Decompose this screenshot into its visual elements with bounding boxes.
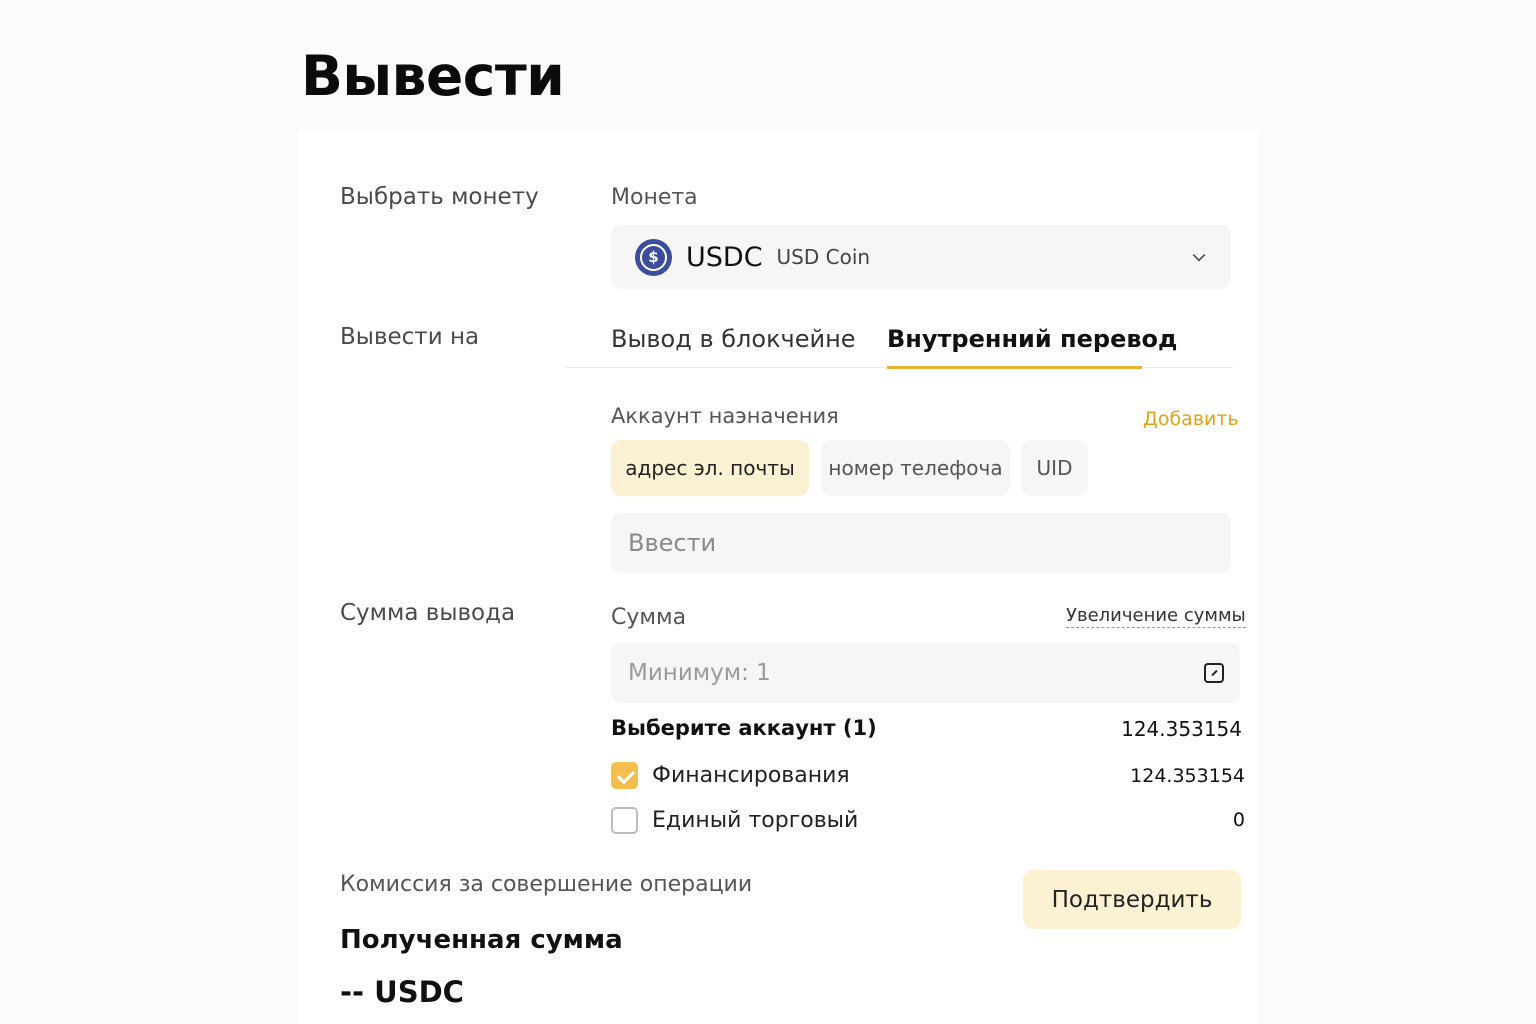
chip-phone[interactable]: номер телефоча [821, 440, 1010, 496]
coin-code: USDC [686, 241, 763, 273]
withdraw-amount-label: Сумма вывода [340, 600, 516, 626]
unified-value: 0 [1232, 809, 1245, 831]
amount-input[interactable]: Минимум: 1 [611, 642, 1240, 703]
increase-amount-link[interactable]: Увеличение суммы [1066, 605, 1246, 628]
funding-label: Финансирования [652, 763, 850, 788]
active-tab-indicator [887, 366, 1142, 369]
destination-input[interactable]: Ввести [611, 513, 1231, 573]
funding-value: 124.353154 [1130, 765, 1245, 787]
chip-uid[interactable]: UID [1021, 440, 1088, 496]
account-row-unified[interactable]: Единый торговый [611, 807, 858, 834]
select-account-title: Выберите аккаунт (1) [611, 716, 877, 740]
withdraw-to-label: Вывести на [340, 324, 480, 350]
chip-email[interactable]: адрес эл. почты [611, 440, 809, 496]
destination-account-label: Аккаунт наэначения [611, 404, 839, 428]
coin-name: USD Coin [776, 245, 871, 269]
select-coin-label: Выбрать монету [340, 184, 539, 210]
confirm-button[interactable]: Подтвердить [1023, 870, 1241, 929]
add-destination-link[interactable]: Добавить [1143, 408, 1239, 430]
funding-checkbox[interactable] [611, 762, 638, 789]
received-amount-value: -- USDC [340, 975, 464, 1009]
edit-icon[interactable] [1204, 663, 1224, 683]
account-row-funding[interactable]: Финансирования [611, 762, 850, 789]
received-amount-title: Полученная сумма [340, 925, 623, 955]
tab-blockchain-withdrawal[interactable]: Вывод в блокчейне [611, 325, 856, 353]
coin-field-label: Монета [611, 185, 698, 210]
fee-label: Комиссия за совершение операции [340, 872, 753, 897]
coin-select-dropdown[interactable]: $ USDC USD Coin [611, 225, 1231, 289]
destination-input-placeholder: Ввести [628, 529, 717, 557]
amount-input-placeholder: Минимум: 1 [628, 659, 771, 686]
chevron-down-icon [1192, 248, 1206, 262]
amount-field-label: Сумма [611, 605, 687, 630]
unified-label: Единый торговый [652, 808, 859, 833]
page-title: Вывести [301, 44, 565, 108]
accounts-total-value: 124.353154 [1121, 717, 1242, 741]
unified-checkbox[interactable] [611, 807, 638, 834]
tab-internal-transfer[interactable]: Внутренний перевод [887, 325, 1177, 353]
usdc-coin-icon: $ [635, 238, 672, 276]
